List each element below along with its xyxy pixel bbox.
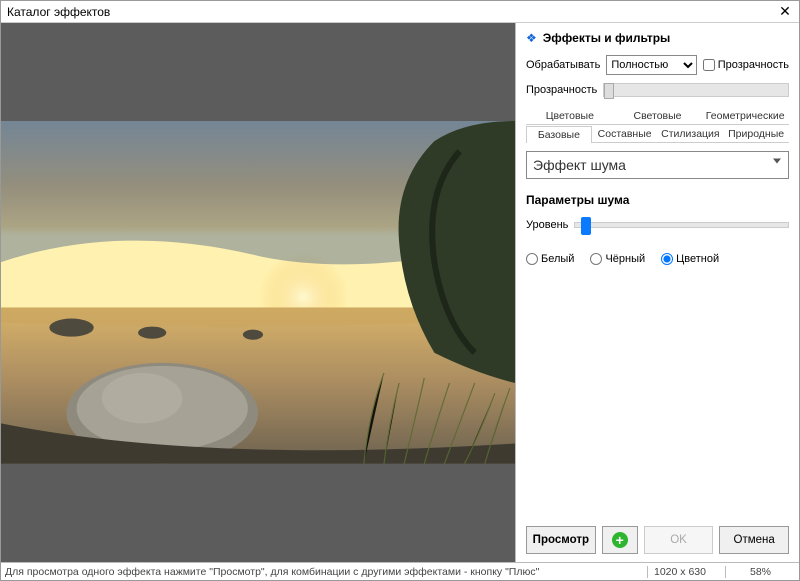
process-label: Обрабатывать <box>526 59 600 71</box>
tab-light[interactable]: Световые <box>614 107 702 124</box>
radio-color[interactable]: Цветной <box>661 253 719 265</box>
cancel-button[interactable]: Отмена <box>719 526 789 554</box>
titlebar: Каталог эффектов ✕ <box>1 1 799 23</box>
radio-black[interactable]: Чёрный <box>590 253 645 265</box>
level-slider-thumb[interactable] <box>581 217 591 235</box>
noise-params-title: Параметры шума <box>526 193 789 207</box>
noise-type-radios: Белый Чёрный Цветной <box>526 253 789 265</box>
window-title: Каталог эффектов <box>7 5 777 19</box>
add-button[interactable]: + <box>602 526 638 554</box>
ok-button: OK <box>644 526 714 554</box>
effect-select-wrap: Эффект шума <box>526 143 789 179</box>
level-slider[interactable] <box>574 222 789 228</box>
preview-image <box>1 121 515 464</box>
plus-icon: + <box>612 532 628 548</box>
side-panel: ❖ Эффекты и фильтры Обрабатывать Полност… <box>515 23 799 562</box>
tab-natural[interactable]: Природные <box>723 125 789 142</box>
button-row: Просмотр + OK Отмена <box>526 526 789 554</box>
panel-title: Эффекты и фильтры <box>543 31 671 45</box>
preview-button[interactable]: Просмотр <box>526 526 596 554</box>
status-percent: 58% <box>725 566 795 578</box>
radio-white[interactable]: Белый <box>526 253 574 265</box>
panel-header: ❖ Эффекты и фильтры <box>526 29 789 55</box>
opacity-row: Прозрачность <box>526 83 789 97</box>
tab-geometric[interactable]: Геометрические <box>701 107 789 124</box>
tab-row-2: Базовые Составные Стилизация Природные <box>526 125 789 143</box>
statusbar: Для просмотра одного эффекта нажмите "Пр… <box>1 562 799 580</box>
tab-stylize[interactable]: Стилизация <box>658 125 724 142</box>
tab-color[interactable]: Цветовые <box>526 107 614 124</box>
process-row: Обрабатывать Полностью Прозрачность <box>526 55 789 75</box>
opacity-slider-thumb[interactable] <box>604 83 614 99</box>
process-mode-select[interactable]: Полностью <box>606 55 696 75</box>
opacity-slider[interactable] <box>603 83 789 97</box>
transparency-checkbox-label: Прозрачность <box>718 59 789 71</box>
close-icon[interactable]: ✕ <box>777 3 793 20</box>
opacity-label: Прозрачность <box>526 84 597 96</box>
diamond-icon: ❖ <box>526 31 537 45</box>
effect-select[interactable]: Эффект шума <box>526 151 789 179</box>
status-message: Для просмотра одного эффекта нажмите "Пр… <box>5 566 641 578</box>
tabs: Цветовые Световые Геометрические Базовые… <box>526 107 789 143</box>
tab-basic[interactable]: Базовые <box>526 126 592 143</box>
status-dimensions: 1020 x 630 <box>647 566 719 578</box>
transparency-checkbox[interactable]: Прозрачность <box>703 59 789 71</box>
spacer <box>526 265 789 520</box>
tab-composite[interactable]: Составные <box>592 125 658 142</box>
tab-row-1: Цветовые Световые Геометрические <box>526 107 789 125</box>
level-row: Уровень <box>526 219 789 231</box>
level-label: Уровень <box>526 219 568 231</box>
main: ❖ Эффекты и фильтры Обрабатывать Полност… <box>1 23 799 562</box>
preview-pane <box>1 23 515 562</box>
transparency-checkbox-input[interactable] <box>703 59 715 71</box>
